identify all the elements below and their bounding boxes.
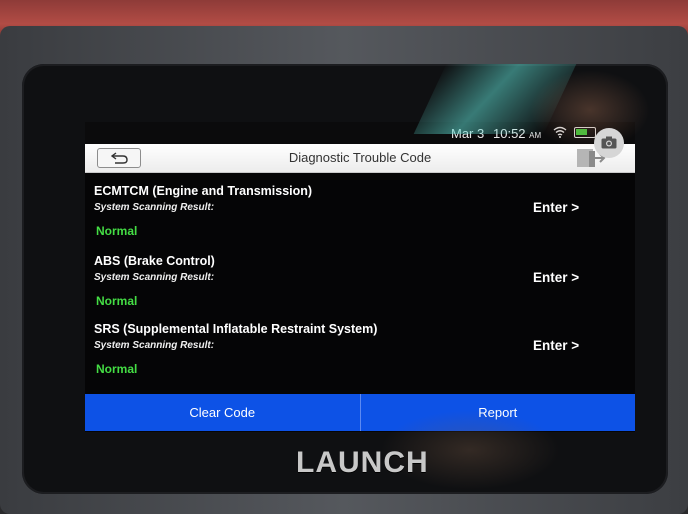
system-name: ECMTCM (Engine and Transmission) bbox=[94, 184, 313, 198]
clear-code-button[interactable]: Clear Code bbox=[85, 394, 360, 431]
system-item-srs: SRS (Supplemental Inflatable Restraint S… bbox=[85, 322, 635, 386]
page-title: Diagnostic Trouble Code bbox=[288, 150, 432, 165]
screenshot-button[interactable] bbox=[594, 128, 624, 158]
screen-reflection bbox=[530, 70, 650, 150]
enter-button-abs[interactable]: Enter > bbox=[533, 270, 579, 285]
scan-result-label: System Scanning Result: bbox=[94, 272, 215, 283]
enter-button-ecmtcm[interactable]: Enter > bbox=[533, 200, 579, 215]
scan-result-status: Normal bbox=[96, 224, 138, 238]
brand-logo: LAUNCH bbox=[296, 446, 429, 479]
scan-result-status: Normal bbox=[96, 362, 138, 376]
scan-result-label: System Scanning Result: bbox=[94, 202, 215, 213]
system-item-ecmtcm: ECMTCM (Engine and Transmission) System … bbox=[85, 184, 635, 248]
system-name: SRS (Supplemental Inflatable Restraint S… bbox=[94, 322, 378, 336]
enter-button-srs[interactable]: Enter > bbox=[533, 338, 579, 353]
scan-result-label: System Scanning Result: bbox=[94, 340, 215, 351]
camera-icon bbox=[601, 136, 617, 149]
app-screen: Mar 3 10:52 AM Diagnostic Trouble Code bbox=[85, 122, 635, 432]
system-item-abs: ABS (Brake Control) System Scanning Resu… bbox=[85, 254, 635, 318]
system-name: ABS (Brake Control) bbox=[94, 254, 215, 268]
scan-result-status: Normal bbox=[96, 294, 138, 308]
